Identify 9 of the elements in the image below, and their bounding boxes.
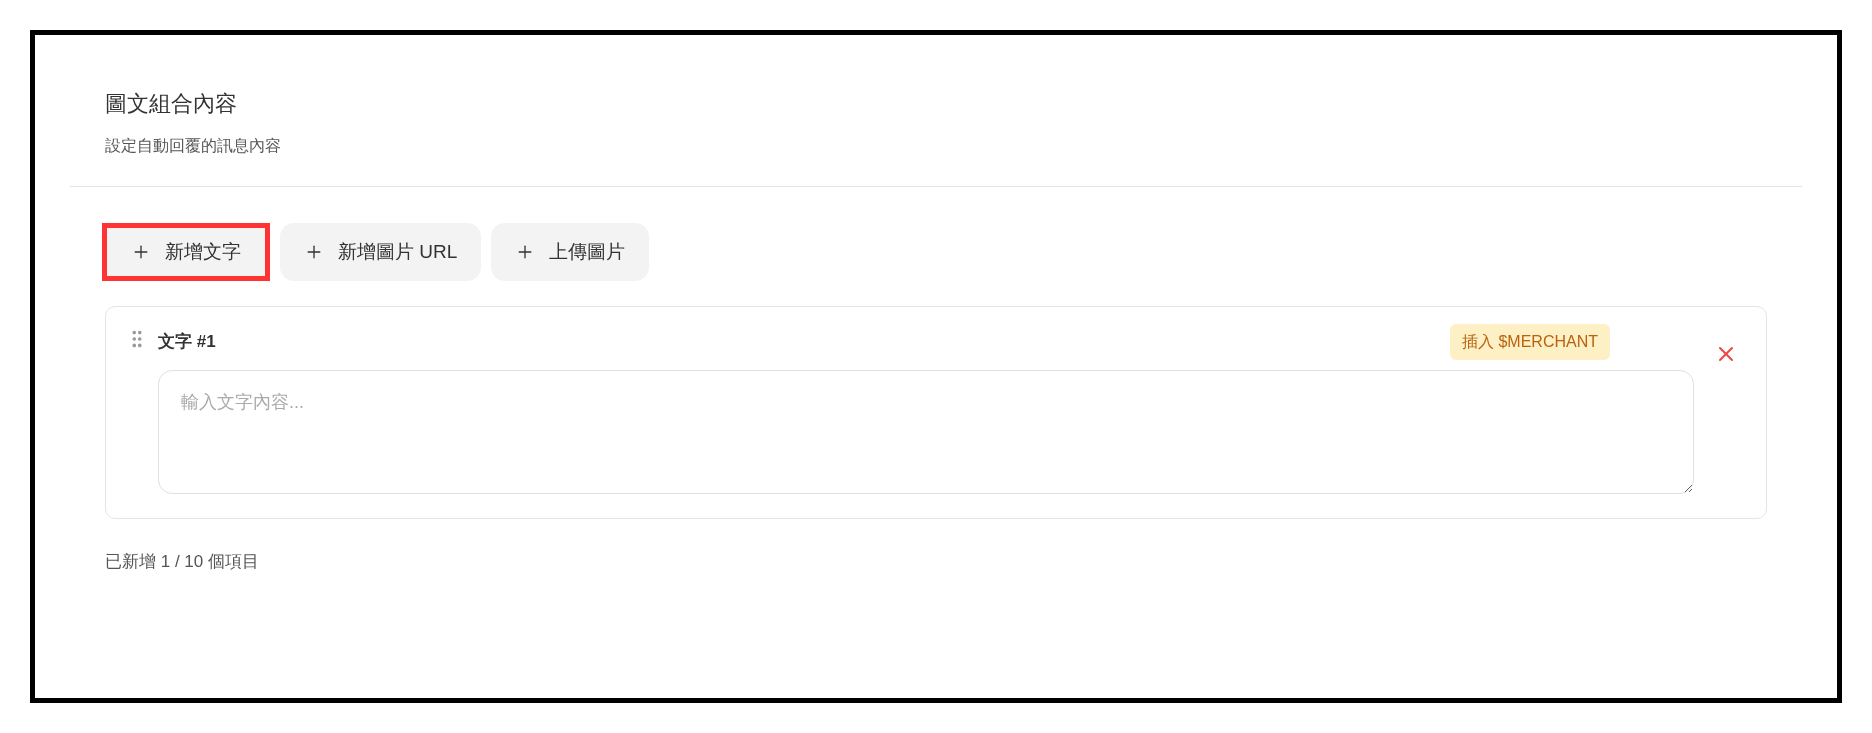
section-subtitle: 設定自動回覆的訊息內容	[105, 136, 282, 156]
insert-variable-button[interactable]: 插入 $MERCHANT	[1450, 324, 1610, 360]
add-button[interactable]: 新增文字	[102, 223, 270, 281]
add-button[interactable]: 新增圖片 URL	[280, 223, 482, 281]
text-input-field[interactable]: 輸入文字內容...	[158, 370, 1694, 494]
item-label: 文字 #1	[158, 331, 217, 354]
section-title: 圖文組合內容	[105, 90, 238, 118]
item-count-text: 已新增 1 / 10 個項目	[105, 551, 260, 573]
add-button[interactable]: 上傳圖片	[491, 223, 650, 281]
